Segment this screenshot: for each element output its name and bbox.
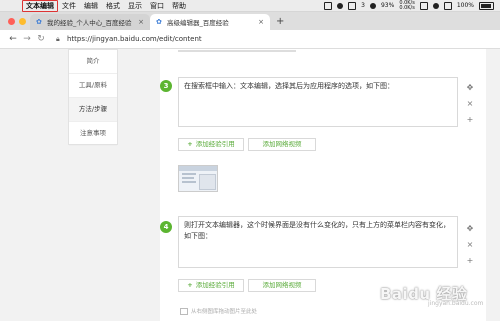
menu-textedit[interactable]: 文本编辑 [22,0,58,12]
wifi-icon[interactable] [443,1,452,10]
thumb-header [179,166,217,171]
baidu-paw-icon: ✿ [36,17,42,26]
nav-item-intro[interactable]: 简介 [69,50,117,74]
button-label: 添加经验引用 [195,281,235,289]
step-number-badge: 4 [160,221,172,233]
add-video-button[interactable]: 添加网络视频 [248,279,316,292]
move-icon[interactable]: ✥ [466,225,474,233]
nav-item-tools[interactable]: 工具/原料 [69,74,117,98]
thumb-row [182,177,194,179]
delete-step-icon[interactable]: × [466,241,474,249]
step-text-field[interactable]: 在搜索框中输入：文本编辑，选择其后为应用程序的选项，如下图： [178,77,458,127]
plus-icon: + [187,281,193,289]
tab-label: 高级编辑器_百度经验 [167,19,229,27]
notification-icon[interactable] [348,1,357,10]
delete-step-icon[interactable]: × [466,100,474,108]
browser-tab-strip: ✿ 我的经验_个人中心_百度经验 × ✿ 高级编辑器_百度经验 × + [0,12,500,30]
lock-icon[interactable]: 🔒︎ [56,35,63,43]
button-label: 添加经验引用 [195,140,235,148]
image-drop-hint: 从右侧图库拖动图片至此处 [180,307,257,315]
step-text-field[interactable]: 则打开文本编辑器，这个时候界面是没有什么变化的，只有上方的菜单栏内容有变化，如下… [178,216,458,268]
status-number: 3 [361,2,365,9]
reload-icon[interactable]: ↻ [34,34,48,44]
tab-my-experience[interactable]: ✿ 我的经验_个人中心_百度经验 × [30,14,150,30]
forward-arrow-icon[interactable]: → [20,34,34,44]
add-reference-button[interactable]: + 添加经验引用 [178,279,244,292]
button-label: 添加网络视频 [262,281,302,289]
minimize-window-icon[interactable] [19,18,26,25]
tab-close-icon[interactable]: × [138,18,144,26]
close-window-icon[interactable] [8,18,15,25]
display-icon[interactable] [419,1,428,10]
tab-close-icon[interactable]: × [258,18,264,26]
screenshot-thumbnail[interactable] [178,165,218,192]
step-number-badge: 3 [160,80,172,92]
tab-advanced-editor[interactable]: ✿ 高级编辑器_百度经验 × [150,14,270,30]
move-icon[interactable]: ✥ [466,84,474,92]
add-step-icon[interactable]: + [466,116,474,124]
new-tab-button[interactable]: + [276,16,284,27]
thumb-row [182,181,196,183]
url-text: https://jingyan.baidu.com/edit/content [67,35,202,43]
thumb-panel [199,174,216,190]
watermark-domain: jingyan.baidu.com [428,300,484,307]
back-arrow-icon[interactable]: ← [6,34,20,44]
menu-help[interactable]: 帮助 [168,1,190,11]
add-step-icon[interactable]: + [466,257,474,265]
app-status-icon[interactable] [324,1,333,10]
address-bar[interactable]: 🔒︎ https://jingyan.baidu.com/edit/conten… [56,33,436,46]
browser-toolbar: ← → ↻ 🔒︎ https://jingyan.baidu.com/edit/… [0,30,500,49]
battery-icon[interactable] [479,1,494,10]
wechat-icon[interactable] [337,2,344,9]
network-speed: 0.0K/s 0.0K/s [399,0,415,11]
nav-item-steps[interactable]: 方法/步骤 [69,98,117,122]
tab-label: 我的经验_个人中心_百度经验 [47,19,132,27]
battery-percent: 93% [380,2,395,9]
settings-icon[interactable] [432,2,439,9]
hint-text: 从右侧图库拖动图片至此处 [191,309,258,315]
outline-nav: 简介 工具/原料 方法/步骤 注意事项 [68,49,118,146]
speed-down: 0.0K/s [399,4,415,11]
nav-item-notes[interactable]: 注意事项 [69,122,117,146]
baidu-paw-icon: ✿ [156,17,162,26]
button-label: 添加网络视频 [262,140,302,148]
menubar: 文本编辑 文件 编辑 格式 显示 窗口 帮助 3 93% 0.0K/s 0.0K… [0,0,500,12]
add-video-button[interactable]: 添加网络视频 [248,138,316,151]
image-icon [180,307,188,315]
menu-file[interactable]: 文件 [58,1,80,11]
clock-icon[interactable] [369,2,376,9]
thumb-row [182,173,196,175]
menu-format[interactable]: 格式 [102,1,124,11]
add-reference-button[interactable]: + 添加经验引用 [178,138,244,151]
menu-edit[interactable]: 编辑 [80,1,102,11]
battery-percent-2: 100% [456,2,474,9]
divider [178,50,296,52]
menu-view[interactable]: 显示 [124,1,146,11]
apple-icon[interactable] [8,2,16,10]
status-tray: 3 93% 0.0K/s 0.0K/s 100% [324,0,500,11]
menu-window[interactable]: 窗口 [146,1,168,11]
plus-icon: + [187,140,193,148]
